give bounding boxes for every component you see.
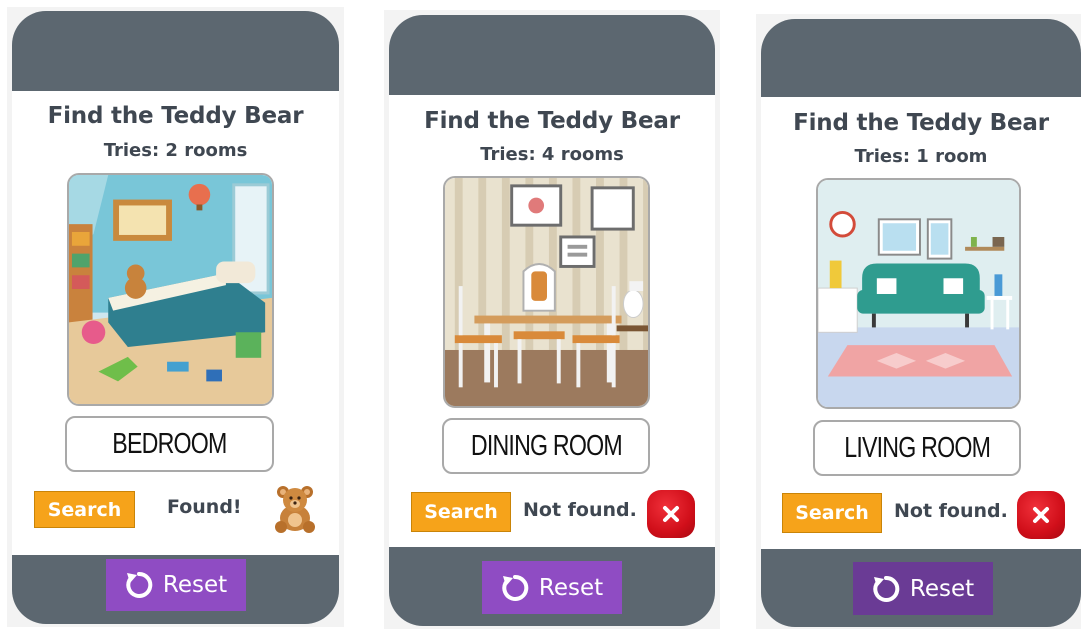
search-button[interactable]: Search <box>411 492 511 532</box>
game-panel-bedroom: Find the Teddy Bear Tries: 2 rooms BEDRO… <box>12 11 339 624</box>
reset-label: Reset <box>909 575 975 602</box>
reset-button[interactable]: Reset <box>482 561 622 614</box>
reset-icon <box>125 571 153 599</box>
bedroom-illustration[interactable] <box>67 173 274 406</box>
game-title: Find the Teddy Bear <box>424 108 680 134</box>
reset-label: Reset <box>538 574 604 601</box>
reset-icon <box>872 575 900 603</box>
reset-button[interactable]: Reset <box>106 559 246 611</box>
game-panel-dining-room: Find the Teddy Bear Tries: 4 rooms DININ… <box>389 15 715 626</box>
room-name: LIVING ROOM <box>844 431 991 464</box>
search-button[interactable]: Search <box>782 493 882 533</box>
search-status: Found! <box>167 496 242 518</box>
room-name-box: BEDROOM <box>65 416 274 472</box>
reset-button[interactable]: Reset <box>853 562 993 615</box>
living-room-illustration[interactable] <box>816 178 1021 409</box>
game-title: Find the Teddy Bear <box>793 110 1049 136</box>
search-status: Not found. <box>894 500 1008 522</box>
close-icon <box>1017 491 1065 539</box>
room-name-box: DINING ROOM <box>442 418 650 474</box>
reset-icon <box>501 574 529 602</box>
room-name-box: LIVING ROOM <box>813 420 1021 476</box>
teddy-bear-icon <box>270 483 320 533</box>
room-name: DINING ROOM <box>470 429 622 462</box>
game-panel-living-room: Find the Teddy Bear Tries: 1 room LIVING… <box>761 19 1081 627</box>
dining-room-illustration[interactable] <box>443 176 650 408</box>
reset-label: Reset <box>162 572 228 598</box>
search-button[interactable]: Search <box>34 491 135 528</box>
tries-counter: Tries: 1 room <box>854 146 988 167</box>
game-title: Find the Teddy Bear <box>47 103 304 129</box>
room-name: BEDROOM <box>112 427 227 460</box>
tries-counter: Tries: 2 rooms <box>103 140 248 161</box>
search-status: Not found. <box>523 499 637 521</box>
tries-counter: Tries: 4 rooms <box>480 144 624 165</box>
close-icon <box>647 490 695 538</box>
